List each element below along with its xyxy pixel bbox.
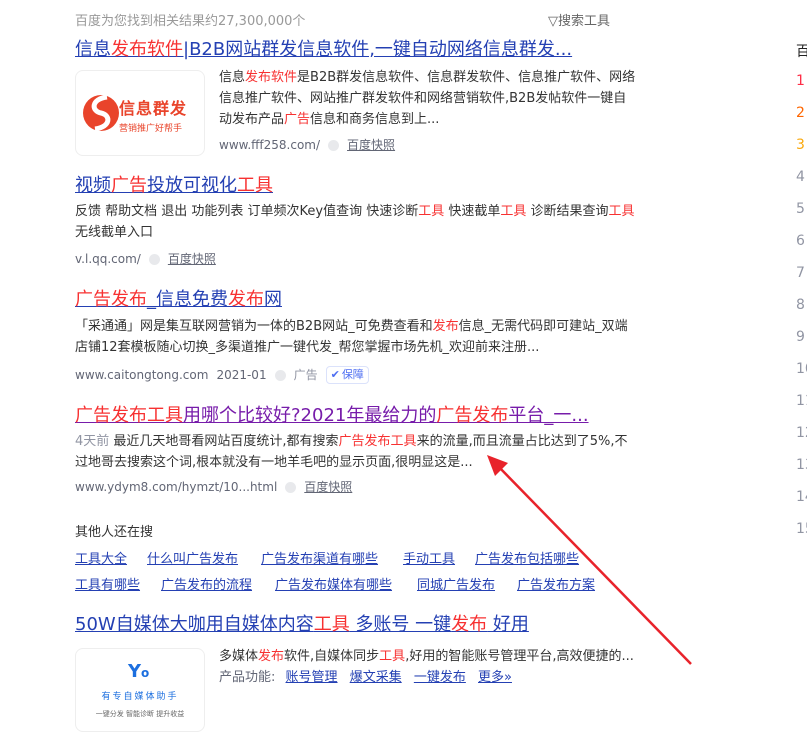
result-2: 视频广告投放可视化工具 反馈 帮助文档 退出 功能列表 订单频次Key值查询 快… <box>75 174 635 269</box>
related-link[interactable]: 工具有哪些 <box>75 574 140 593</box>
result-4-title[interactable]: 广告发布工具用哪个比较好?2021年最给力的广告发布平台_一... <box>75 404 635 428</box>
hot-list-rank: 10 <box>796 361 807 377</box>
hot-list-rank: 3 <box>796 137 805 153</box>
hot-list-rank: 13 <box>796 457 807 473</box>
result-1-url[interactable]: www.fff258.com/ <box>219 135 320 155</box>
result-5-description: 多媒体发布软件,自媒体同步工具,好用的智能账号管理平台,高效便捷的... <box>219 649 634 664</box>
logo-subtext: 营销推广好帮手 <box>119 124 183 134</box>
filter-icon: ▽ <box>548 14 558 29</box>
info-icon[interactable] <box>274 369 286 381</box>
result-1-meta: www.fff258.com/ 百度快照 <box>219 135 639 155</box>
guarantee-badge[interactable]: ✔ 保障 <box>325 366 369 384</box>
related-link[interactable]: 手动工具 <box>403 548 455 567</box>
search-tools-button[interactable]: ▽搜索工具 <box>548 10 610 29</box>
result-5-title[interactable]: 50W自媒体大咖用自媒体内容工具 多账号 一键发布 好用 <box>75 613 529 637</box>
result-1-snapshot-link[interactable]: 百度快照 <box>347 135 395 155</box>
result-2-meta: v.l.qq.com/ 百度快照 <box>75 249 635 269</box>
shield-check-icon: ✔ <box>330 368 340 381</box>
yo-logo-icon: Yo <box>128 661 150 682</box>
info-icon[interactable] <box>328 139 340 151</box>
result-4: 广告发布工具用哪个比较好?2021年最给力的广告发布平台_一... 4天前 最近… <box>75 404 635 497</box>
related-link[interactable]: 同城广告发布 <box>417 574 495 593</box>
hot-list-rank: 8 <box>796 297 805 313</box>
logo-subtext: 一键分发 智能诊断 提升收益 <box>95 710 185 718</box>
result-4-meta: www.ydym8.com/hymzt/10...html 百度快照 <box>75 477 635 497</box>
hot-list-heading: 百 <box>796 44 807 60</box>
result-3-title[interactable]: 广告发布_信息免费发布网 <box>75 288 635 312</box>
result-4-time: 4天前 <box>75 434 110 449</box>
related-link[interactable]: 什么叫广告发布 <box>147 548 238 567</box>
search-stats: 百度为您找到相关结果约27,300,000个 <box>75 14 306 29</box>
related-link[interactable]: 广告发布媒体有哪些 <box>275 574 392 593</box>
result-1-title[interactable]: 信息发布软件|B2B网站群发信息软件,一键自动网络信息群发... <box>75 38 635 62</box>
result-3-date: 2021-01 <box>216 368 267 382</box>
related-searches-title: 其他人还在搜 <box>75 525 154 540</box>
logo-s-icon <box>83 94 119 132</box>
hot-list-rank: 6 <box>796 233 805 249</box>
related-link[interactable]: 广告发布方案 <box>517 574 595 593</box>
result-3-description: 「采通通」网是集互联网营销为一体的B2B网站_可免费查看和发布信息_无需代码即可… <box>75 319 628 355</box>
result-4-url[interactable]: www.ydym8.com/hymzt/10...html <box>75 477 277 497</box>
hot-list-rank: 11 <box>796 393 807 409</box>
search-tools-label: 搜索工具 <box>558 14 611 29</box>
feature-link[interactable]: 账号管理 <box>286 670 338 685</box>
feature-link[interactable]: 一键发布 <box>414 670 466 685</box>
hot-list-rank: 12 <box>796 425 807 441</box>
result-3-meta: www.caitongtong.com 2021-01 广告 ✔ 保障 <box>75 365 635 385</box>
result-3: 广告发布_信息免费发布网 「采通通」网是集互联网营销为一体的B2B网站_可免费查… <box>75 288 635 385</box>
hot-list-rank: 14 <box>796 489 807 505</box>
info-icon[interactable] <box>285 481 297 493</box>
result-1-thumbnail[interactable]: 信息群发 营销推广好帮手 <box>75 70 205 156</box>
hot-list-rank: 4 <box>796 169 805 185</box>
result-4-description: 4天前 最近几天地哥看网站百度统计,都有搜索广告发布工具来的流量,而且流量占比达… <box>75 434 628 470</box>
result-1-description: 信息发布软件是B2B群发信息软件、信息群发软件、信息推广软件、网络 信息推广软件… <box>219 70 636 127</box>
hot-list-rank: 5 <box>796 201 805 217</box>
hot-list-rank: 1 <box>796 73 805 89</box>
hot-list-rank: 15 <box>796 521 807 537</box>
result-5-features: 产品功能: 账号管理 爆文采集 一键发布 更多» <box>219 670 512 685</box>
result-4-snapshot-link[interactable]: 百度快照 <box>304 477 352 497</box>
result-2-url[interactable]: v.l.qq.com/ <box>75 249 141 269</box>
related-link[interactable]: 广告发布渠道有哪些 <box>261 548 378 567</box>
hot-list-rank: 2 <box>796 105 805 121</box>
info-icon[interactable] <box>148 253 160 265</box>
related-link[interactable]: 广告发布的流程 <box>161 574 252 593</box>
result-3-url[interactable]: www.caitongtong.com <box>75 365 208 385</box>
logo-text: 有专自媒体助手 <box>101 692 179 702</box>
ad-label: 广告 <box>293 368 318 382</box>
hot-list-rank: 7 <box>796 265 805 281</box>
result-2-description: 反馈 帮助文档 退出 功能列表 订单频次Key值查询 快速诊断工具 快速截单工具… <box>75 204 635 240</box>
result-2-title[interactable]: 视频广告投放可视化工具 <box>75 174 635 198</box>
result-1: 信息发布软件|B2B网站群发信息软件,一键自动网络信息群发... 信息群发 营销… <box>75 38 635 156</box>
logo-text: 信息群发 <box>119 99 188 118</box>
related-link[interactable]: 工具大全 <box>75 548 127 567</box>
related-link[interactable]: 广告发布包括哪些 <box>475 548 579 567</box>
feature-link[interactable]: 更多» <box>478 670 512 685</box>
hot-list-rank: 9 <box>796 329 805 345</box>
result-2-snapshot-link[interactable]: 百度快照 <box>168 249 216 269</box>
feature-link[interactable]: 爆文采集 <box>350 670 402 685</box>
result-5-thumbnail[interactable]: Yo 有专自媒体助手 一键分发 智能诊断 提升收益 <box>75 648 205 732</box>
